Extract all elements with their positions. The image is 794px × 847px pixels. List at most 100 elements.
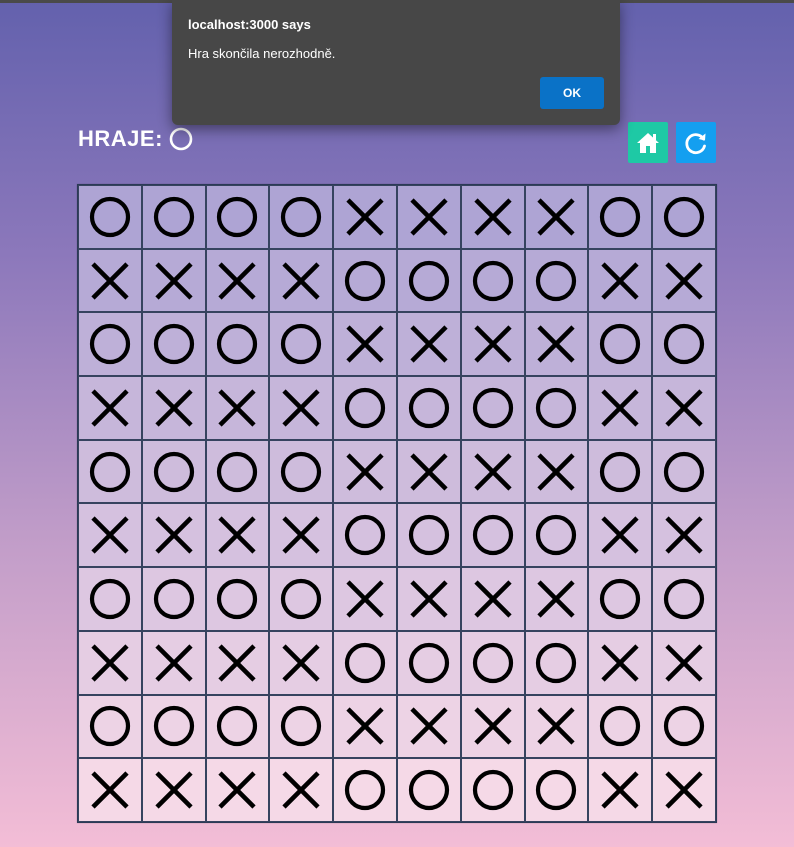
board-cell[interactable] — [333, 312, 397, 377]
board-cell[interactable] — [141, 630, 206, 695]
board-cell[interactable] — [269, 630, 334, 695]
board-cell[interactable] — [460, 503, 525, 568]
board-cell[interactable] — [205, 503, 270, 568]
board-cell[interactable] — [141, 567, 206, 631]
board-cell[interactable] — [652, 185, 716, 249]
board-cell[interactable] — [588, 185, 653, 249]
board-cell[interactable] — [141, 503, 206, 568]
board-cell[interactable] — [141, 376, 206, 440]
board-cell[interactable] — [460, 312, 525, 377]
board-cell[interactable] — [205, 376, 270, 440]
board-cell[interactable] — [141, 312, 206, 377]
board-cell[interactable] — [588, 248, 653, 313]
restart-button[interactable] — [676, 122, 716, 163]
board-cell[interactable] — [333, 439, 397, 504]
board-cell[interactable] — [652, 439, 716, 504]
board-cell[interactable] — [396, 248, 461, 313]
board-cell[interactable] — [269, 694, 334, 759]
ok-button[interactable]: OK — [540, 77, 604, 109]
board-cell[interactable] — [78, 248, 142, 313]
board-cell[interactable] — [396, 185, 461, 249]
board-cell[interactable] — [141, 694, 206, 759]
board-cell[interactable] — [588, 758, 653, 822]
board-cell[interactable] — [333, 694, 397, 759]
board-cell[interactable] — [141, 185, 206, 249]
board-cell[interactable] — [652, 694, 716, 759]
board-cell[interactable] — [588, 376, 653, 440]
board-cell[interactable] — [652, 312, 716, 377]
board-cell[interactable] — [588, 567, 653, 631]
board-cell[interactable] — [269, 758, 334, 822]
home-button[interactable] — [628, 122, 668, 163]
board-cell[interactable] — [333, 758, 397, 822]
board-cell[interactable] — [78, 630, 142, 695]
board-cell[interactable] — [269, 312, 334, 377]
board-cell[interactable] — [396, 503, 461, 568]
board-cell[interactable] — [269, 503, 334, 568]
board-cell[interactable] — [78, 503, 142, 568]
board-cell[interactable] — [524, 694, 589, 759]
board-cell[interactable] — [524, 758, 589, 822]
board-cell[interactable] — [460, 630, 525, 695]
board-cell[interactable] — [588, 439, 653, 504]
board-cell[interactable] — [524, 312, 589, 377]
board-cell[interactable] — [652, 630, 716, 695]
board-cell[interactable] — [460, 694, 525, 759]
board-cell[interactable] — [588, 694, 653, 759]
board-cell[interactable] — [588, 630, 653, 695]
board-cell[interactable] — [652, 758, 716, 822]
board-cell[interactable] — [333, 376, 397, 440]
board-cell[interactable] — [524, 376, 589, 440]
board-cell[interactable] — [205, 248, 270, 313]
board-cell[interactable] — [78, 439, 142, 504]
board-cell[interactable] — [524, 630, 589, 695]
board-cell[interactable] — [205, 630, 270, 695]
board-cell[interactable] — [205, 185, 270, 249]
board-cell[interactable] — [524, 439, 589, 504]
board-cell[interactable] — [269, 376, 334, 440]
board-cell[interactable] — [588, 312, 653, 377]
board-cell[interactable] — [652, 503, 716, 568]
board-cell[interactable] — [652, 376, 716, 440]
board-cell[interactable] — [141, 439, 206, 504]
board-cell[interactable] — [524, 503, 589, 568]
board-cell[interactable] — [333, 185, 397, 249]
board-cell[interactable] — [205, 694, 270, 759]
board-cell[interactable] — [460, 758, 525, 822]
board-cell[interactable] — [78, 185, 142, 249]
board-cell[interactable] — [460, 567, 525, 631]
board-cell[interactable] — [205, 312, 270, 377]
board-cell[interactable] — [652, 567, 716, 631]
board-cell[interactable] — [652, 248, 716, 313]
board-cell[interactable] — [333, 630, 397, 695]
board-cell[interactable] — [269, 248, 334, 313]
board-cell[interactable] — [205, 439, 270, 504]
board-cell[interactable] — [269, 185, 334, 249]
board-cell[interactable] — [333, 503, 397, 568]
board-cell[interactable] — [333, 248, 397, 313]
board-cell[interactable] — [588, 503, 653, 568]
board-cell[interactable] — [460, 248, 525, 313]
board-cell[interactable] — [460, 185, 525, 249]
board-cell[interactable] — [396, 694, 461, 759]
board-cell[interactable] — [396, 376, 461, 440]
board-cell[interactable] — [141, 758, 206, 822]
board-cell[interactable] — [269, 439, 334, 504]
board-cell[interactable] — [78, 376, 142, 440]
board-cell[interactable] — [396, 758, 461, 822]
board-cell[interactable] — [460, 439, 525, 504]
board-cell[interactable] — [460, 376, 525, 440]
board-cell[interactable] — [141, 248, 206, 313]
board-cell[interactable] — [78, 567, 142, 631]
board-cell[interactable] — [269, 567, 334, 631]
board-cell[interactable] — [524, 185, 589, 249]
board-cell[interactable] — [524, 567, 589, 631]
board-cell[interactable] — [524, 248, 589, 313]
board-cell[interactable] — [78, 758, 142, 822]
board-cell[interactable] — [205, 758, 270, 822]
board-cell[interactable] — [205, 567, 270, 631]
board-cell[interactable] — [396, 567, 461, 631]
board-cell[interactable] — [396, 439, 461, 504]
board-cell[interactable] — [396, 312, 461, 377]
board-cell[interactable] — [396, 630, 461, 695]
